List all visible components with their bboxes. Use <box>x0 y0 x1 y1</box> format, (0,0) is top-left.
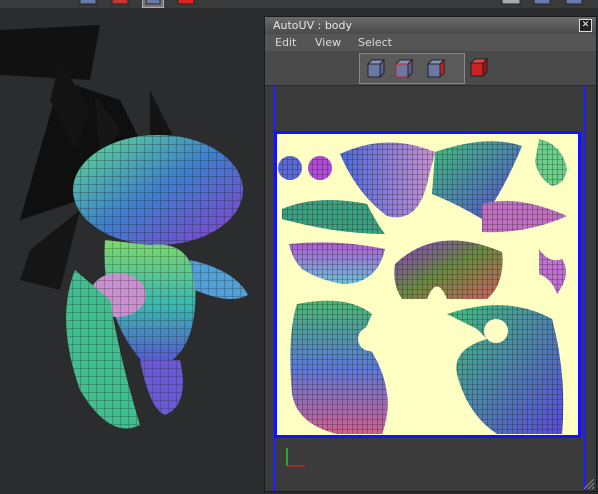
vertex-mode-icon[interactable] <box>364 58 388 80</box>
right-guide-line <box>584 86 585 491</box>
close-icon[interactable]: ✕ <box>579 19 592 32</box>
uv-canvas[interactable] <box>274 131 581 438</box>
view-cube-icon[interactable] <box>78 0 100 8</box>
window-title: AutoUV : body <box>273 19 353 32</box>
view-cube-icon-2[interactable] <box>532 0 554 8</box>
menu-bar: Edit View Select <box>265 34 596 51</box>
resize-grip-icon[interactable] <box>584 479 594 489</box>
top-toolbar <box>0 0 598 8</box>
uv-editor-panel[interactable] <box>265 86 596 491</box>
solid-mode-icon[interactable] <box>467 57 491 79</box>
selection-mode-group <box>359 53 465 84</box>
menu-edit[interactable]: Edit <box>273 34 298 51</box>
view-cube-selected-icon[interactable] <box>142 0 164 8</box>
uv-islands <box>278 139 567 434</box>
menu-select[interactable]: Select <box>356 34 394 51</box>
uv-axis-indicator <box>286 448 305 467</box>
view-cube-icon-3[interactable] <box>564 0 586 8</box>
list-icon[interactable] <box>500 0 522 8</box>
uv-toolbar <box>265 51 596 86</box>
autouv-window: AutoUV : body ✕ Edit View Select <box>264 16 597 492</box>
view-cube-red-icon[interactable] <box>110 0 132 8</box>
menu-view[interactable]: View <box>313 34 343 51</box>
face-mode-icon[interactable] <box>424 58 448 80</box>
edge-mode-icon[interactable] <box>392 58 416 80</box>
solid-cube-icon[interactable] <box>176 0 198 8</box>
window-titlebar[interactable]: AutoUV : body ✕ <box>265 17 596 34</box>
